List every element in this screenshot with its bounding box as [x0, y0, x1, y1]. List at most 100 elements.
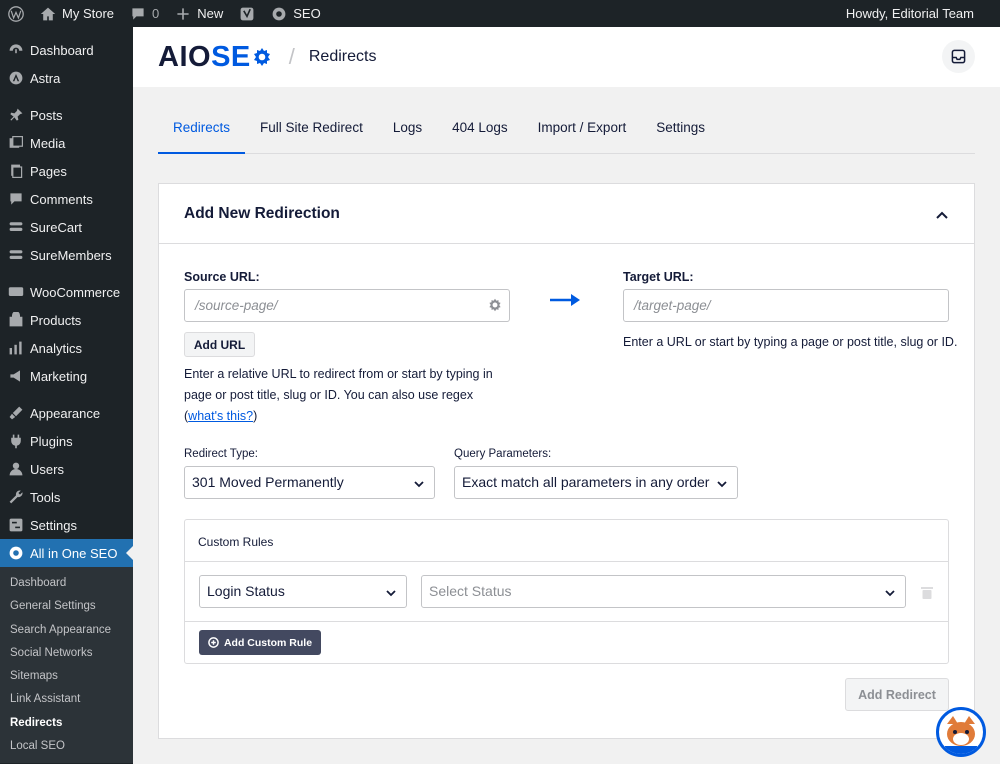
inbox-icon	[951, 49, 966, 64]
submenu-item-local-seo[interactable]: Local SEO	[0, 735, 133, 758]
sidebar-item-label: Marketing	[30, 368, 88, 384]
submenu-item-social-networks[interactable]: Social Networks	[0, 642, 133, 665]
sidebar-item-marketing[interactable]: Marketing	[0, 362, 133, 390]
target-url-label: Target URL:	[623, 270, 694, 284]
sidebar-item-media[interactable]: Media	[0, 129, 133, 157]
comment-icon	[10, 193, 22, 205]
tab-full-site-redirect[interactable]: Full Site Redirect	[245, 106, 378, 153]
products-icon	[9, 312, 23, 327]
settings-icon	[9, 518, 23, 532]
aioseo-icon	[9, 546, 23, 560]
suremembers-icon	[9, 250, 23, 259]
sidebar-item-label: Media	[30, 135, 66, 151]
user-icon	[9, 462, 23, 476]
chevron-up-icon[interactable]	[935, 208, 949, 222]
submenu-item-sitemaps[interactable]: Sitemaps	[0, 665, 133, 688]
tab-settings[interactable]: Settings	[641, 106, 720, 153]
pages-icon	[11, 164, 23, 178]
woocommerce-icon	[8, 287, 24, 296]
whats-this-link[interactable]: what's this?	[188, 409, 253, 423]
rule-value-select[interactable]: Select Status	[421, 575, 906, 608]
target-url-input[interactable]: /target-page/	[623, 289, 949, 322]
source-url-label: Source URL:	[184, 270, 260, 284]
site-name-link[interactable]: My Store	[32, 0, 122, 27]
header-separator: /	[288, 44, 295, 69]
tab-redirects[interactable]: Redirects	[158, 106, 246, 154]
sidebar-item-woocommerce[interactable]: WooCommerce	[0, 278, 133, 306]
sidebar-item-label: Settings	[30, 517, 77, 533]
sidebar-item-surecart[interactable]: SureCart	[0, 213, 133, 241]
sidebar-item-astra[interactable]: Astra	[0, 64, 133, 92]
sidebar-item-tools[interactable]: Tools	[0, 483, 133, 511]
sidebar-item-appearance[interactable]: Appearance	[0, 399, 133, 427]
seo-label: SEO	[293, 6, 321, 21]
redirect-type-label: Redirect Type:	[184, 448, 258, 460]
chevron-down-icon	[414, 481, 424, 488]
help-mascot-button[interactable]	[936, 707, 986, 757]
sidebar-item-label: Posts	[30, 107, 63, 123]
aioseo-logo: AIO SE	[158, 41, 273, 74]
astra-icon	[9, 71, 23, 85]
card-header[interactable]: Add New Redirection	[159, 184, 974, 244]
sidebar-item-dashboard[interactable]: Dashboard	[0, 36, 133, 64]
sidebar-item-pages[interactable]: Pages	[0, 157, 133, 185]
custom-rule-row: Login Status Select Status	[185, 562, 948, 622]
sidebar-item-comments[interactable]: Comments	[0, 185, 133, 213]
chevron-down-icon	[386, 590, 396, 597]
query-parameters-select[interactable]: Exact match all parameters in any order	[454, 466, 738, 499]
submenu-item-general-settings[interactable]: General Settings	[0, 595, 133, 618]
add-redirect-button[interactable]: Add Redirect	[845, 678, 949, 711]
submenu-item-dashboard[interactable]: Dashboard	[0, 572, 133, 595]
analytics-icon	[9, 341, 22, 355]
rule-type-select[interactable]: Login Status	[199, 575, 407, 608]
gear-icon	[253, 48, 270, 66]
add-custom-rule-button[interactable]: Add Custom Rule	[199, 630, 321, 655]
sidebar-item-all-in-one-seo[interactable]: All in One SEO	[0, 539, 133, 567]
sidebar-item-label: SureCart	[30, 219, 83, 235]
card-title: Add New Redirection	[184, 204, 340, 222]
notifications-button[interactable]	[942, 40, 975, 73]
gear-icon[interactable]	[488, 298, 502, 312]
aioseo-icon	[272, 7, 286, 20]
source-url-input[interactable]: /source-page/	[184, 289, 510, 322]
wordpress-icon	[8, 5, 24, 22]
yoast-icon	[240, 7, 254, 20]
add-url-button[interactable]: Add URL	[184, 332, 255, 357]
tab-logs[interactable]: Logs	[378, 106, 437, 153]
trash-icon[interactable]	[921, 586, 933, 599]
sidebar-item-label: Users	[30, 461, 64, 477]
sidebar-item-users[interactable]: Users	[0, 455, 133, 483]
sidebar-item-products[interactable]: Products	[0, 306, 133, 334]
surecart-icon	[9, 222, 23, 231]
sidebar-item-analytics[interactable]: Analytics	[0, 334, 133, 362]
sidebar-item-suremembers[interactable]: SureMembers	[0, 241, 133, 269]
redirect-type-select[interactable]: 301 Moved Permanently	[184, 466, 435, 499]
source-url-hint: Enter a relative URL to redirect from or…	[184, 367, 493, 423]
aioseo-header: AIO SE / Redirects	[133, 27, 1000, 87]
sidebar-item-posts[interactable]: Posts	[0, 101, 133, 129]
admin-sidebar: Dashboard Astra Posts Media Pages Comments Sur…	[0, 27, 133, 764]
seo-menu[interactable]: SEO	[263, 0, 328, 27]
plus-icon	[177, 7, 189, 20]
sidebar-item-label: WooCommerce	[30, 284, 121, 300]
custom-rules-title: Custom Rules	[185, 520, 948, 562]
comments-count: 0	[152, 6, 160, 21]
tab-404-logs[interactable]: 404 Logs	[437, 106, 523, 153]
new-content-link[interactable]: New	[167, 0, 231, 27]
yoast-menu[interactable]	[231, 0, 263, 27]
submenu-item-redirects[interactable]: Redirects	[0, 712, 133, 735]
submenu-item-link-assistant[interactable]: Link Assistant	[0, 688, 133, 711]
wordpress-logo-menu[interactable]	[0, 0, 32, 27]
sidebar-item-label: SureMembers	[30, 247, 112, 263]
user-account-menu[interactable]: Howdy, Editorial Team	[838, 0, 1000, 27]
chevron-down-icon	[717, 481, 727, 488]
media-icon	[9, 136, 23, 148]
submenu-item-search-appearance[interactable]: Search Appearance	[0, 619, 133, 642]
tab-import-export[interactable]: Import / Export	[523, 106, 642, 153]
megaphone-icon	[10, 370, 20, 382]
sidebar-item-plugins[interactable]: Plugins	[0, 427, 133, 455]
sidebar-item-settings[interactable]: Settings	[0, 511, 133, 539]
comments-link[interactable]: 0	[122, 0, 167, 27]
add-redirection-card: Add New Redirection Source URL: /source-…	[158, 183, 975, 739]
page-title: Redirects	[308, 48, 377, 65]
